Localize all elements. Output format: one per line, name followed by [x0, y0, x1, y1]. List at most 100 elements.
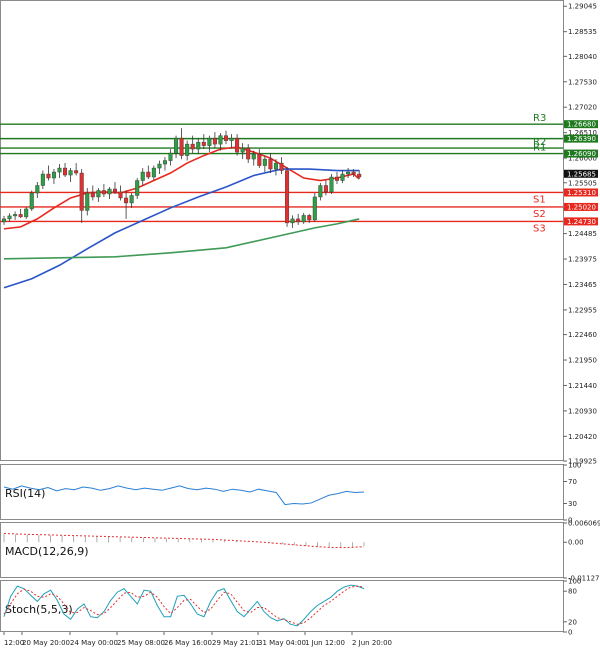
candle-body: [174, 137, 179, 154]
main-price-pane: 1.290451.285351.280401.275301.270201.265…: [0, 0, 598, 466]
candle-body: [13, 214, 18, 217]
indicator-tick-label: 20: [568, 618, 577, 626]
candle-body: [85, 192, 90, 211]
price-tick-label: 1.20420: [568, 433, 597, 441]
candle-body: [157, 163, 162, 169]
candle-body: [201, 141, 206, 146]
level-price-label: 1.26090: [567, 150, 596, 158]
candle-body: [101, 190, 106, 195]
indicator-tick-label: 0.006069: [568, 520, 600, 528]
level-label: R1: [533, 143, 546, 154]
rsi-pane: 10070300RSI(14): [0, 462, 581, 525]
price-tick-label: 1.22460: [568, 331, 597, 339]
candle-body: [57, 167, 62, 173]
level-label: S1: [533, 194, 546, 205]
candle-body: [79, 172, 84, 211]
price-tick-label: 1.22955: [568, 306, 597, 314]
candle-body: [168, 152, 173, 161]
candle-body: [40, 173, 45, 186]
current-price-marker: 1.25685: [564, 169, 598, 178]
price-tick-label: 1.28040: [568, 53, 597, 61]
candle-body: [107, 188, 112, 195]
time-tick-label: 2 Jun 20:00: [352, 639, 392, 647]
candle-body: [196, 141, 201, 150]
level-price-label: 1.24730: [567, 218, 596, 226]
time-axis: 12:0020 May 20:00 24 May 00:0025 May 08:0…: [3, 632, 392, 647]
current-price-label: 1.25685: [567, 170, 596, 178]
indicator-tick-label: 70: [568, 478, 577, 486]
candle-body: [29, 192, 34, 210]
candle-body: [279, 162, 284, 171]
level-price-label: 1.25310: [567, 189, 596, 197]
price-tick-label: 1.25505: [568, 179, 597, 187]
candle-body: [268, 158, 273, 170]
time-tick-label: 20 May 20:00: [22, 639, 70, 647]
candle-body: [90, 192, 95, 198]
candle-body: [273, 162, 278, 170]
price-tick-label: 1.29045: [568, 3, 597, 11]
candle-body: [46, 173, 51, 179]
time-tick-label: 29 May 21:01: [212, 639, 260, 647]
candle-body: [318, 185, 323, 198]
time-tick-label: 26 May 16:00: [164, 639, 212, 647]
candle-body: [240, 147, 245, 153]
candle-body: [135, 180, 140, 196]
candle-body: [7, 215, 12, 220]
candle-body: [68, 170, 73, 176]
candle-body: [146, 171, 151, 178]
candle-body: [129, 195, 134, 204]
candle-body: [246, 147, 251, 160]
indicator-tick-label: 0: [568, 629, 572, 637]
candle-body: [63, 167, 68, 176]
candle-body: [207, 137, 212, 146]
price-axis: 1.290451.285351.280401.275301.270201.265…: [563, 3, 597, 466]
time-tick-label: 24 May 00:00: [70, 639, 118, 647]
candle-body: [18, 214, 23, 218]
candle-body: [323, 185, 328, 193]
candle-body: [223, 135, 228, 141]
level-price-label: 1.26680: [567, 121, 596, 129]
level-price-label: 1.25020: [567, 203, 596, 211]
indicator-tick-label: 100: [568, 462, 581, 470]
candle-body: [346, 171, 351, 175]
candle-body: [218, 135, 223, 145]
candle-body: [124, 197, 129, 204]
price-tick-label: 1.21440: [568, 382, 597, 390]
candle-body: [51, 171, 56, 179]
rsi-pane-frame: [0, 464, 564, 520]
indicator-name: Stoch(5,5,3): [5, 603, 73, 616]
candle-body: [112, 188, 117, 193]
candle-body: [229, 137, 234, 141]
candle-body: [257, 153, 262, 166]
candle-body: [357, 173, 362, 178]
indicator-tick-label: 0.00: [568, 539, 584, 547]
candle-body: [351, 171, 356, 175]
price-tick-label: 1.24485: [568, 230, 597, 238]
candle-body: [24, 208, 29, 218]
candle-body: [296, 218, 301, 223]
price-tick-label: 1.23465: [568, 281, 597, 289]
indicator-name: MACD(12,26,9): [5, 545, 89, 558]
indicator-tick-label: 80: [568, 588, 577, 596]
candle-body: [74, 170, 79, 174]
candle-body: [185, 143, 190, 156]
candle-body: [212, 137, 217, 145]
candle-body: [35, 185, 40, 194]
candle-body: [312, 196, 317, 221]
chart: 1.290451.285351.280401.275301.270201.265…: [0, 0, 600, 647]
stoch-pane: 100 80 20 0 Stoch(5,5,3): [0, 578, 581, 637]
time-tick-label: 25 May 08:00: [117, 639, 165, 647]
level-label: R3: [533, 113, 546, 124]
indicator-tick-label: 100: [568, 578, 581, 586]
candle-body: [251, 153, 256, 160]
candle-body: [262, 158, 267, 166]
time-tick-label: 1 Jun 12:00: [305, 639, 345, 647]
price-tick-label: 1.23975: [568, 256, 597, 264]
macd-pane: 0.0060690.00-0.011272MACD(12,26,9): [0, 520, 600, 583]
main-pane-frame: [0, 0, 564, 461]
candle-body: [96, 190, 101, 198]
candle-body: [290, 218, 295, 224]
candle-body: [2, 218, 6, 223]
candle-body: [162, 160, 167, 165]
level-label: S3: [533, 223, 546, 234]
